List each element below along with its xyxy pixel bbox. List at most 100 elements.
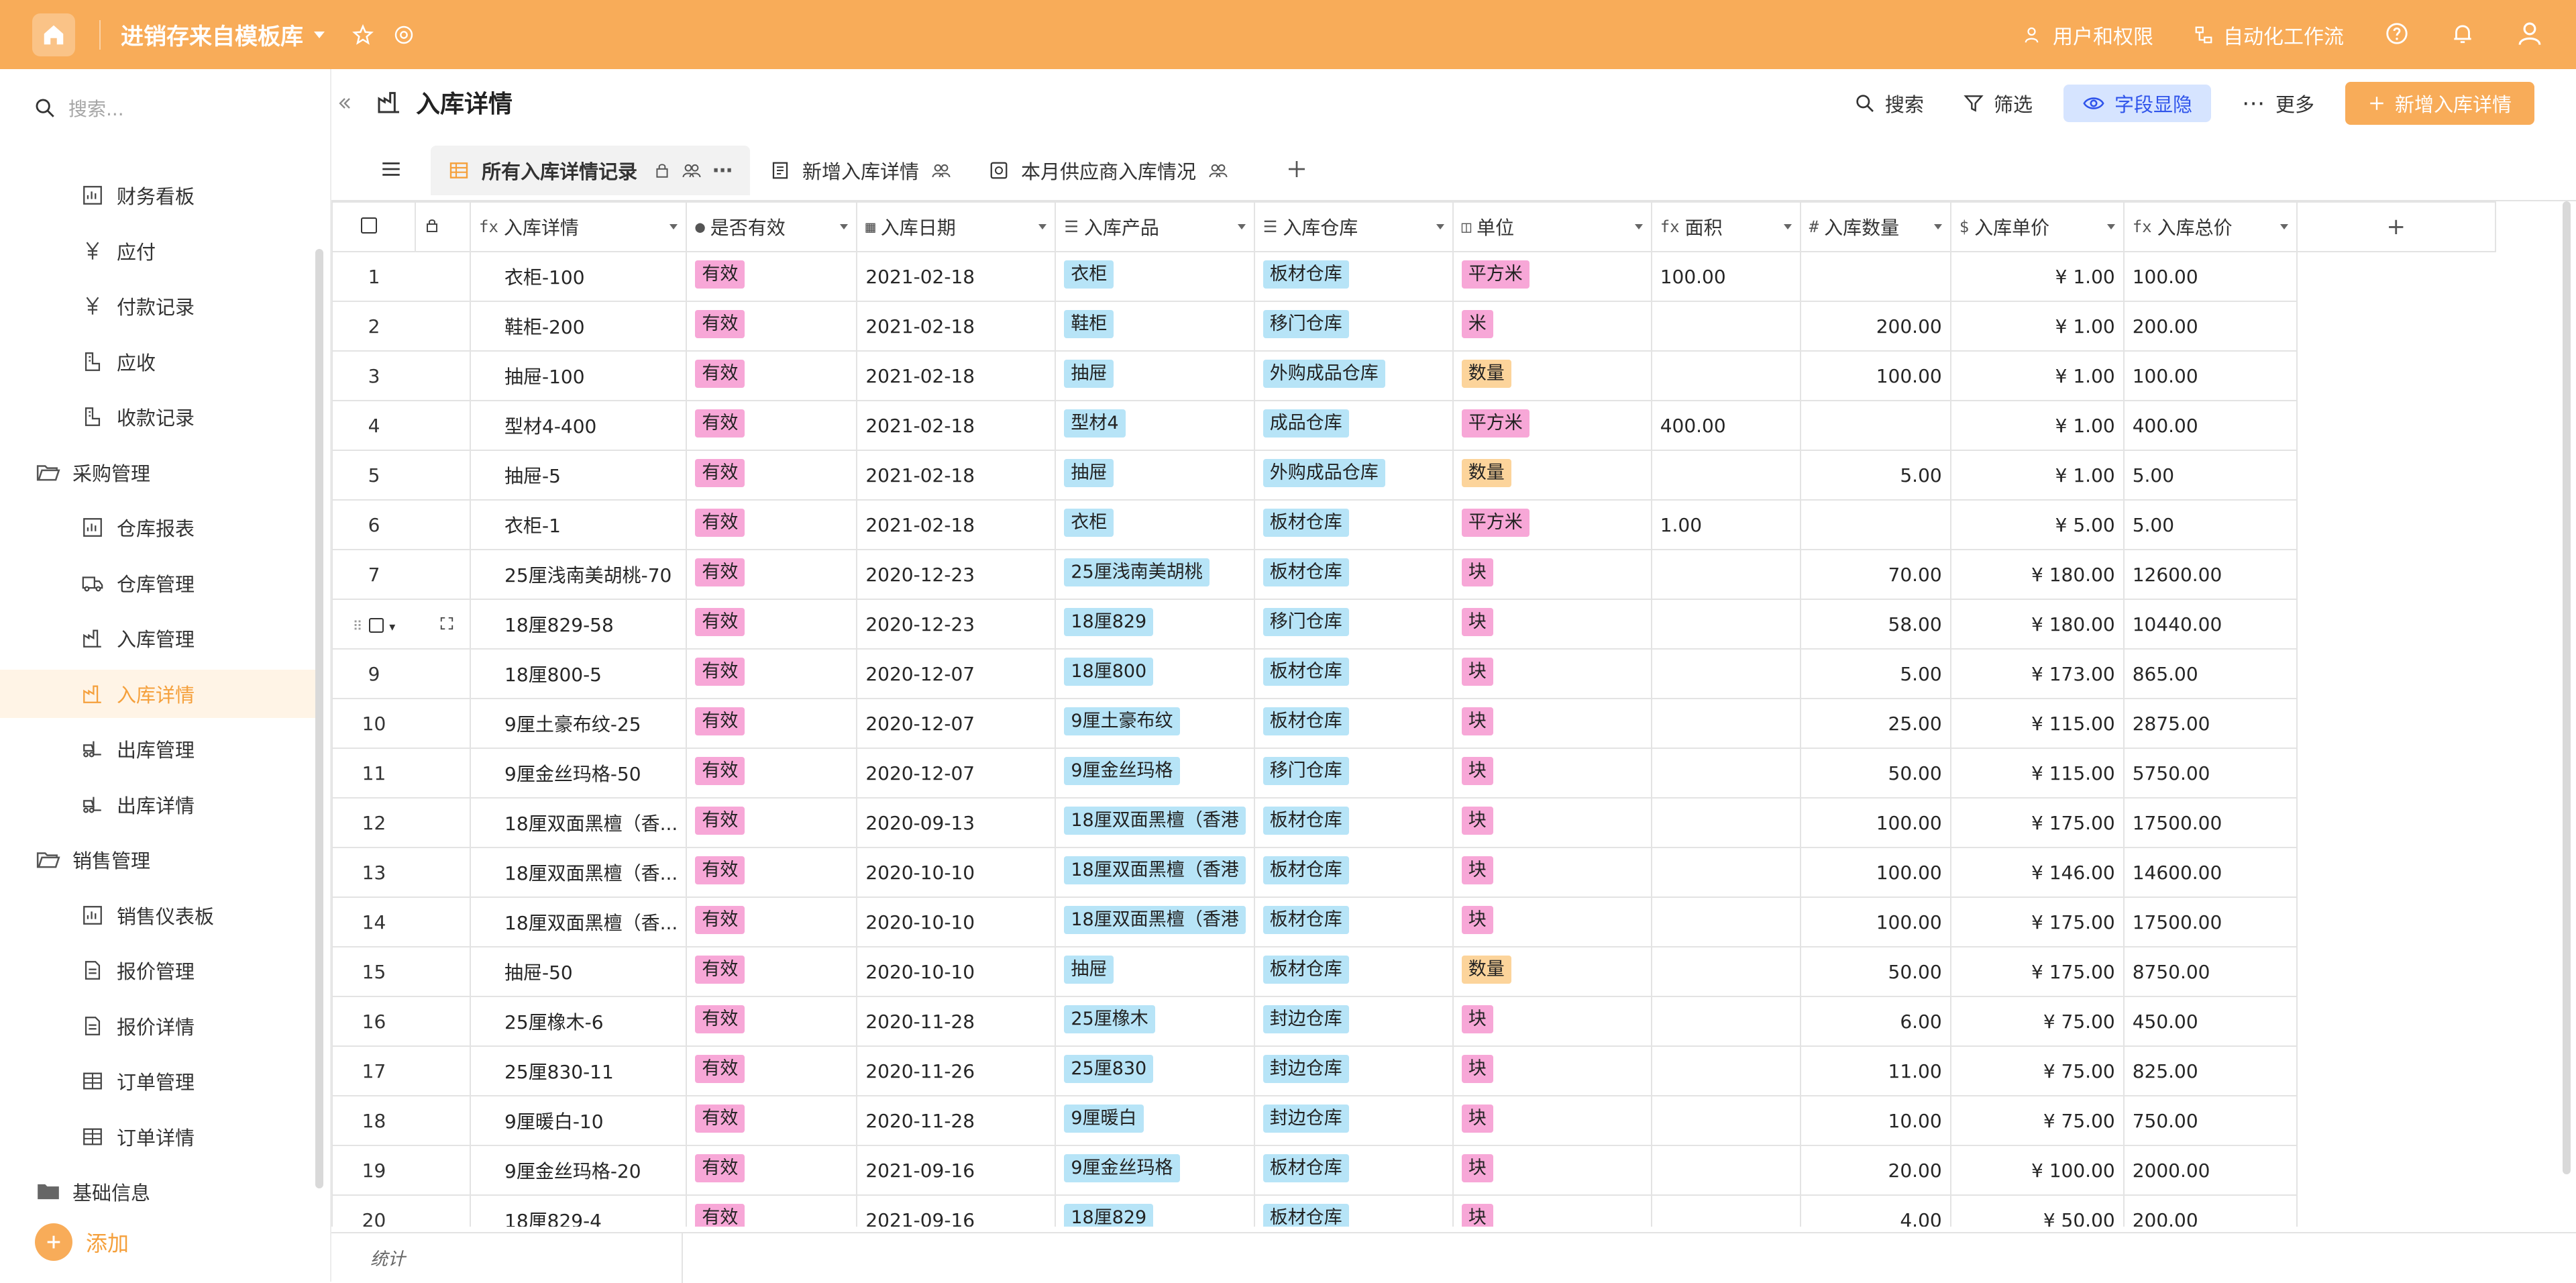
cell-product[interactable]: 型材4 — [1055, 400, 1255, 451]
cell-date[interactable]: 2020-12-07 — [856, 698, 1057, 749]
cell-valid[interactable]: 有效 — [686, 996, 858, 1047]
cell-date[interactable]: 2021-02-18 — [856, 350, 1057, 401]
cell-warehouse[interactable]: 板材仓库 — [1253, 648, 1454, 699]
cell-total[interactable]: 10440.00 — [2123, 599, 2298, 650]
cell-valid[interactable]: 有效 — [686, 1045, 858, 1096]
table-row[interactable]: 17 25厘830-11 有效 2020-11-26 25厘830 封边仓库 块 11.00 ¥… — [331, 1045, 2496, 1096]
cell-price[interactable]: ¥ 175.00 — [1949, 797, 2125, 848]
cell-qty[interactable]: 100.00 — [1799, 350, 1951, 401]
cell-warehouse[interactable]: 板材仓库 — [1253, 1194, 1454, 1227]
users-permissions-button[interactable]: 用户和权限 — [2023, 20, 2153, 50]
cell-area[interactable] — [1650, 1045, 1801, 1096]
cell-product[interactable]: 18厘双面黑檀（香港 — [1055, 847, 1255, 898]
cell-name[interactable]: 鞋柜-200 — [469, 301, 688, 352]
column-header-1[interactable]: ● 是否有效 — [686, 201, 858, 252]
cell-qty[interactable]: 4.00 — [1799, 1194, 1951, 1227]
cell-total[interactable]: 17500.00 — [2123, 896, 2298, 947]
cell-name[interactable]: 9厘金丝玛格-20 — [469, 1145, 688, 1196]
cell-price[interactable]: ¥ 1.00 — [1949, 400, 2125, 451]
sidebar-item-13[interactable]: 销售仪表板 — [0, 891, 315, 939]
cell-unit[interactable]: 块 — [1452, 1095, 1652, 1146]
cell-unit[interactable]: 平方米 — [1452, 400, 1652, 451]
table-row[interactable]: 5 抽屉-5 有效 2021-02-18 抽屉 外购成品仓库 数量 5.00 ¥ 1.00 5.0… — [331, 450, 2496, 501]
sidebar-item-1[interactable]: 应付 — [0, 227, 315, 275]
row-select-checkbox[interactable]: ⠿ ▾ — [331, 599, 415, 650]
cell-qty[interactable]: 50.00 — [1799, 946, 1951, 997]
cell-warehouse[interactable]: 成品仓库 — [1253, 400, 1454, 451]
cell-area[interactable] — [1650, 1095, 1801, 1146]
column-header-2[interactable]: ▦ 入库日期 — [856, 201, 1057, 252]
table-row[interactable]: 13 18厘双面黑檀（香... 有效 2020-10-10 18厘双面黑檀（香港 板材仓库… — [331, 847, 2496, 898]
cell-area[interactable] — [1650, 946, 1801, 997]
cell-name[interactable]: 25厘830-11 — [469, 1045, 688, 1096]
cell-price[interactable]: ¥ 180.00 — [1949, 549, 2125, 600]
cell-warehouse[interactable]: 板材仓库 — [1253, 896, 1454, 947]
cell-qty[interactable]: 20.00 — [1799, 1145, 1951, 1196]
cell-warehouse[interactable]: 板材仓库 — [1253, 797, 1454, 848]
cell-valid[interactable]: 有效 — [686, 450, 858, 501]
cell-total[interactable]: 825.00 — [2123, 1045, 2298, 1096]
cell-product[interactable]: 18厘双面黑檀（香港 — [1055, 896, 1255, 947]
cell-qty[interactable]: 100.00 — [1799, 797, 1951, 848]
help-icon[interactable] — [2384, 21, 2410, 49]
cell-unit[interactable]: 块 — [1452, 1194, 1652, 1227]
cell-area[interactable]: 400.00 — [1650, 400, 1801, 451]
column-menu-icon[interactable] — [840, 224, 849, 229]
cell-total[interactable]: 8750.00 — [2123, 946, 2298, 997]
cell-name[interactable]: 抽屉-100 — [469, 350, 688, 401]
cell-warehouse[interactable]: 封边仓库 — [1253, 1095, 1454, 1146]
cell-valid[interactable]: 有效 — [686, 748, 858, 799]
cell-total[interactable]: 14600.00 — [2123, 847, 2298, 898]
cell-total[interactable]: 450.00 — [2123, 996, 2298, 1047]
column-header-3[interactable]: ☰ 入库产品 — [1055, 201, 1255, 252]
sidebar-item-3[interactable]: 应收 — [0, 338, 315, 386]
home-button[interactable] — [32, 13, 75, 56]
cell-product[interactable]: 18厘双面黑檀（香港 — [1055, 797, 1255, 848]
cell-product[interactable]: 抽屉 — [1055, 350, 1255, 401]
collaborators-icon[interactable] — [931, 160, 951, 181]
cell-area[interactable] — [1650, 896, 1801, 947]
cell-date[interactable]: 2020-12-07 — [856, 648, 1057, 699]
cell-product[interactable]: 18厘829 — [1055, 599, 1255, 650]
column-menu-icon[interactable] — [1038, 224, 1047, 229]
drag-handle-icon[interactable]: ⠿ — [353, 618, 363, 634]
cell-name[interactable]: 25厘浅南美胡桃-70 — [469, 549, 688, 600]
column-header-5[interactable]: ◫ 单位 — [1452, 201, 1652, 252]
cell-product[interactable]: 鞋柜 — [1055, 301, 1255, 352]
cell-area[interactable] — [1650, 847, 1801, 898]
cell-product[interactable]: 25厘浅南美胡桃 — [1055, 549, 1255, 600]
cell-date[interactable]: 2020-12-23 — [856, 549, 1057, 600]
cell-date[interactable]: 2020-10-10 — [856, 896, 1057, 947]
cell-product[interactable]: 抽屉 — [1055, 946, 1255, 997]
add-column-button[interactable]: + — [2296, 201, 2496, 252]
cell-qty[interactable]: 100.00 — [1799, 896, 1951, 947]
sidebar-item-17[interactable]: 订单详情 — [0, 1113, 315, 1161]
cell-name[interactable]: 18厘双面黑檀（香... — [469, 797, 688, 848]
cell-warehouse[interactable]: 板材仓库 — [1253, 847, 1454, 898]
cell-date[interactable]: 2021-09-16 — [856, 1194, 1057, 1227]
cell-total[interactable]: 12600.00 — [2123, 549, 2298, 600]
table-row[interactable]: 20 18厘829-4 有效 2021-09-16 18厘829 板材仓库 块 4.00 ¥ 5… — [331, 1194, 2496, 1227]
collaborators-icon[interactable] — [1208, 160, 1228, 181]
cell-qty[interactable]: 200.00 — [1799, 301, 1951, 352]
column-menu-icon[interactable] — [2279, 224, 2288, 229]
cell-qty[interactable]: 5.00 — [1799, 648, 1951, 699]
cell-product[interactable]: 9厘金丝玛格 — [1055, 1145, 1255, 1196]
cell-name[interactable]: 衣柜-100 — [469, 251, 688, 302]
column-menu-icon[interactable] — [1634, 224, 1643, 229]
column-menu-icon[interactable] — [2106, 224, 2115, 229]
automation-workflow-button[interactable]: 自动化工作流 — [2194, 20, 2344, 50]
cell-date[interactable]: 2021-09-16 — [856, 1145, 1057, 1196]
cell-name[interactable]: 抽屉-50 — [469, 946, 688, 997]
cell-valid[interactable]: 有效 — [686, 251, 858, 302]
select-all-checkbox[interactable] — [331, 201, 416, 252]
expand-icon[interactable] — [439, 616, 454, 631]
table-row[interactable]: 10 9厘土豪布纹-25 有效 2020-12-07 9厘土豪布纹 板材仓库 块 25.00 ¥… — [331, 698, 2496, 749]
cell-product[interactable]: 衣柜 — [1055, 251, 1255, 302]
cell-product[interactable]: 抽屉 — [1055, 450, 1255, 501]
cell-name[interactable]: 9厘暖白-10 — [469, 1095, 688, 1146]
user-avatar-icon[interactable] — [2516, 19, 2544, 50]
cell-date[interactable]: 2020-10-10 — [856, 847, 1057, 898]
cell-area[interactable] — [1650, 301, 1801, 352]
table-row[interactable]: 12 18厘双面黑檀（香... 有效 2020-09-13 18厘双面黑檀（香港 板材仓库… — [331, 797, 2496, 848]
